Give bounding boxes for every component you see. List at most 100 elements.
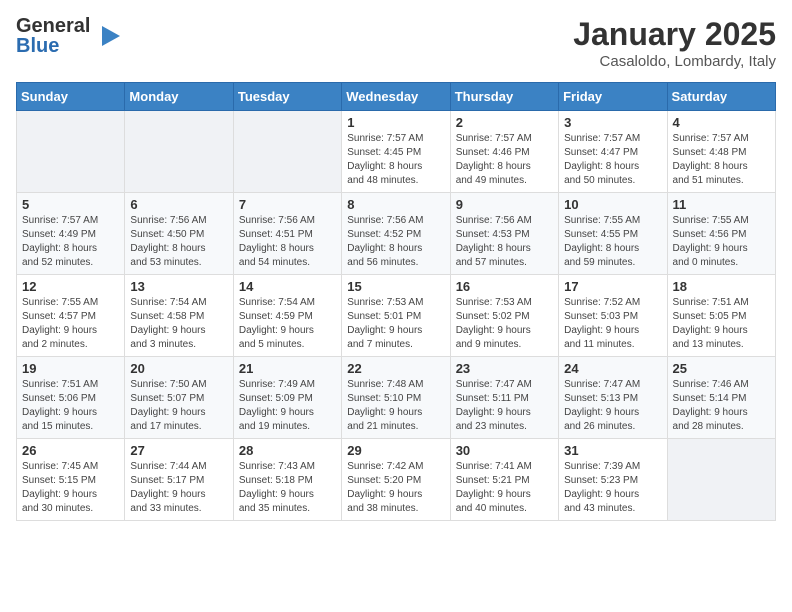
location: Casaloldo, Lombardy, Italy [573, 53, 776, 70]
day-info: Sunrise: 7:57 AMSunset: 4:46 PMDaylight:… [456, 132, 553, 188]
day-number: 11 [673, 197, 770, 212]
day-info: Sunrise: 7:52 AMSunset: 5:03 PMDaylight:… [564, 296, 661, 352]
day-info: Sunrise: 7:54 AMSunset: 4:59 PMDaylight:… [239, 296, 336, 352]
day-info: Sunrise: 7:57 AMSunset: 4:47 PMDaylight:… [564, 132, 661, 188]
day-number: 21 [239, 361, 336, 376]
day-info: Sunrise: 7:53 AMSunset: 5:01 PMDaylight:… [347, 296, 444, 352]
calendar-cell: 24Sunrise: 7:47 AMSunset: 5:13 PMDayligh… [559, 357, 667, 439]
logo-icon [92, 22, 120, 50]
weekday-header-wednesday: Wednesday [342, 83, 450, 111]
day-number: 1 [347, 115, 444, 130]
day-info: Sunrise: 7:39 AMSunset: 5:23 PMDaylight:… [564, 460, 661, 516]
calendar-cell: 9 Sunrise: 7:56 AMSunset: 4:53 PMDaylight… [450, 193, 558, 275]
day-number: 6 [130, 197, 227, 212]
day-number: 29 [347, 443, 444, 458]
calendar-cell: 16 Sunrise: 7:53 AMSunset: 5:02 PMDayligh… [450, 275, 558, 357]
day-number: 15 [347, 279, 444, 294]
calendar-cell: 29 Sunrise: 7:42 AMSunset: 5:20 PMDayligh… [342, 439, 450, 521]
day-number: 13 [130, 279, 227, 294]
weekday-header-thursday: Thursday [450, 83, 558, 111]
day-info: Sunrise: 7:56 AMSunset: 4:51 PMDaylight:… [239, 214, 336, 270]
day-info: Sunrise: 7:57 AMSunset: 4:48 PMDaylight:… [673, 132, 770, 188]
day-number: 10 [564, 197, 661, 212]
day-info: Sunrise: 7:45 AMSunset: 5:15 PMDaylight:… [22, 460, 119, 516]
day-number: 4 [673, 115, 770, 130]
calendar-cell: 17Sunrise: 7:52 AMSunset: 5:03 PMDayligh… [559, 275, 667, 357]
day-info: Sunrise: 7:55 AMSunset: 4:57 PMDaylight:… [22, 296, 119, 352]
day-number: 3 [564, 115, 661, 130]
calendar-cell: 20 Sunrise: 7:50 AMSunset: 5:07 PMDayligh… [125, 357, 233, 439]
day-info: Sunrise: 7:56 AMSunset: 4:53 PMDaylight:… [456, 214, 553, 270]
day-info: Sunrise: 7:57 AMSunset: 4:49 PMDaylight:… [22, 214, 119, 270]
day-info: Sunrise: 7:50 AMSunset: 5:07 PMDaylight:… [130, 378, 227, 434]
calendar-cell: 22 Sunrise: 7:48 AMSunset: 5:10 PMDayligh… [342, 357, 450, 439]
weekday-header-monday: Monday [125, 83, 233, 111]
calendar-cell: 8 Sunrise: 7:56 AMSunset: 4:52 PMDaylight… [342, 193, 450, 275]
day-number: 14 [239, 279, 336, 294]
calendar-cell: 14 Sunrise: 7:54 AMSunset: 4:59 PMDayligh… [233, 275, 341, 357]
calendar-cell: 15 Sunrise: 7:53 AMSunset: 5:01 PMDayligh… [342, 275, 450, 357]
day-info: Sunrise: 7:46 AMSunset: 5:14 PMDaylight:… [673, 378, 770, 434]
calendar-cell: 2 Sunrise: 7:57 AMSunset: 4:46 PMDaylight… [450, 111, 558, 193]
weekday-header-row: SundayMondayTuesdayWednesdayThursdayFrid… [17, 83, 776, 111]
day-number: 5 [22, 197, 119, 212]
title-block: January 2025 Casaloldo, Lombardy, Italy [573, 16, 776, 70]
day-number: 22 [347, 361, 444, 376]
calendar-cell: 21 Sunrise: 7:49 AMSunset: 5:09 PMDayligh… [233, 357, 341, 439]
day-number: 8 [347, 197, 444, 212]
calendar-cell: 28Sunrise: 7:43 AMSunset: 5:18 PMDayligh… [233, 439, 341, 521]
day-info: Sunrise: 7:41 AMSunset: 5:21 PMDaylight:… [456, 460, 553, 516]
calendar-week-5: 26 Sunrise: 7:45 AMSunset: 5:15 PMDayligh… [17, 439, 776, 521]
calendar-week-3: 12 Sunrise: 7:55 AMSunset: 4:57 PMDayligh… [17, 275, 776, 357]
calendar-week-2: 5 Sunrise: 7:57 AMSunset: 4:49 PMDaylight… [17, 193, 776, 275]
day-number: 18 [673, 279, 770, 294]
day-number: 16 [456, 279, 553, 294]
day-number: 19 [22, 361, 119, 376]
day-info: Sunrise: 7:43 AMSunset: 5:18 PMDaylight:… [239, 460, 336, 516]
calendar-cell: 27 Sunrise: 7:44 AMSunset: 5:17 PMDayligh… [125, 439, 233, 521]
day-info: Sunrise: 7:55 AMSunset: 4:56 PMDaylight:… [673, 214, 770, 270]
calendar-cell: 1 Sunrise: 7:57 AMSunset: 4:45 PMDaylight… [342, 111, 450, 193]
day-info: Sunrise: 7:53 AMSunset: 5:02 PMDaylight:… [456, 296, 553, 352]
day-number: 30 [456, 443, 553, 458]
day-info: Sunrise: 7:56 AMSunset: 4:50 PMDaylight:… [130, 214, 227, 270]
day-info: Sunrise: 7:42 AMSunset: 5:20 PMDaylight:… [347, 460, 444, 516]
day-number: 23 [456, 361, 553, 376]
weekday-header-friday: Friday [559, 83, 667, 111]
page-header: General Blue January 2025 Casaloldo, Lom… [16, 16, 776, 70]
calendar-cell: 7 Sunrise: 7:56 AMSunset: 4:51 PMDaylight… [233, 193, 341, 275]
day-info: Sunrise: 7:44 AMSunset: 5:17 PMDaylight:… [130, 460, 227, 516]
day-number: 12 [22, 279, 119, 294]
logo-blue: Blue [16, 36, 90, 56]
day-info: Sunrise: 7:51 AMSunset: 5:06 PMDaylight:… [22, 378, 119, 434]
day-info: Sunrise: 7:57 AMSunset: 4:45 PMDaylight:… [347, 132, 444, 188]
day-number: 7 [239, 197, 336, 212]
weekday-header-sunday: Sunday [17, 83, 125, 111]
calendar-cell: 26 Sunrise: 7:45 AMSunset: 5:15 PMDayligh… [17, 439, 125, 521]
calendar-cell: 31 Sunrise: 7:39 AMSunset: 5:23 PMDayligh… [559, 439, 667, 521]
calendar-cell: 6 Sunrise: 7:56 AMSunset: 4:50 PMDaylight… [125, 193, 233, 275]
day-info: Sunrise: 7:47 AMSunset: 5:13 PMDaylight:… [564, 378, 661, 434]
calendar-table: SundayMondayTuesdayWednesdayThursdayFrid… [16, 82, 776, 521]
day-info: Sunrise: 7:55 AMSunset: 4:55 PMDaylight:… [564, 214, 661, 270]
logo: General Blue [16, 16, 120, 56]
day-number: 2 [456, 115, 553, 130]
day-info: Sunrise: 7:54 AMSunset: 4:58 PMDaylight:… [130, 296, 227, 352]
calendar-week-1: 1 Sunrise: 7:57 AMSunset: 4:45 PMDaylight… [17, 111, 776, 193]
day-number: 31 [564, 443, 661, 458]
day-info: Sunrise: 7:49 AMSunset: 5:09 PMDaylight:… [239, 378, 336, 434]
weekday-header-tuesday: Tuesday [233, 83, 341, 111]
logo-general: General [16, 16, 90, 36]
day-info: Sunrise: 7:48 AMSunset: 5:10 PMDaylight:… [347, 378, 444, 434]
day-number: 20 [130, 361, 227, 376]
month-title: January 2025 [573, 16, 776, 53]
calendar-week-4: 19 Sunrise: 7:51 AMSunset: 5:06 PMDayligh… [17, 357, 776, 439]
calendar-cell: 19 Sunrise: 7:51 AMSunset: 5:06 PMDayligh… [17, 357, 125, 439]
day-number: 27 [130, 443, 227, 458]
day-info: Sunrise: 7:56 AMSunset: 4:52 PMDaylight:… [347, 214, 444, 270]
day-number: 26 [22, 443, 119, 458]
calendar-cell: 13 Sunrise: 7:54 AMSunset: 4:58 PMDayligh… [125, 275, 233, 357]
calendar-cell [233, 111, 341, 193]
calendar-cell [667, 439, 775, 521]
day-number: 9 [456, 197, 553, 212]
